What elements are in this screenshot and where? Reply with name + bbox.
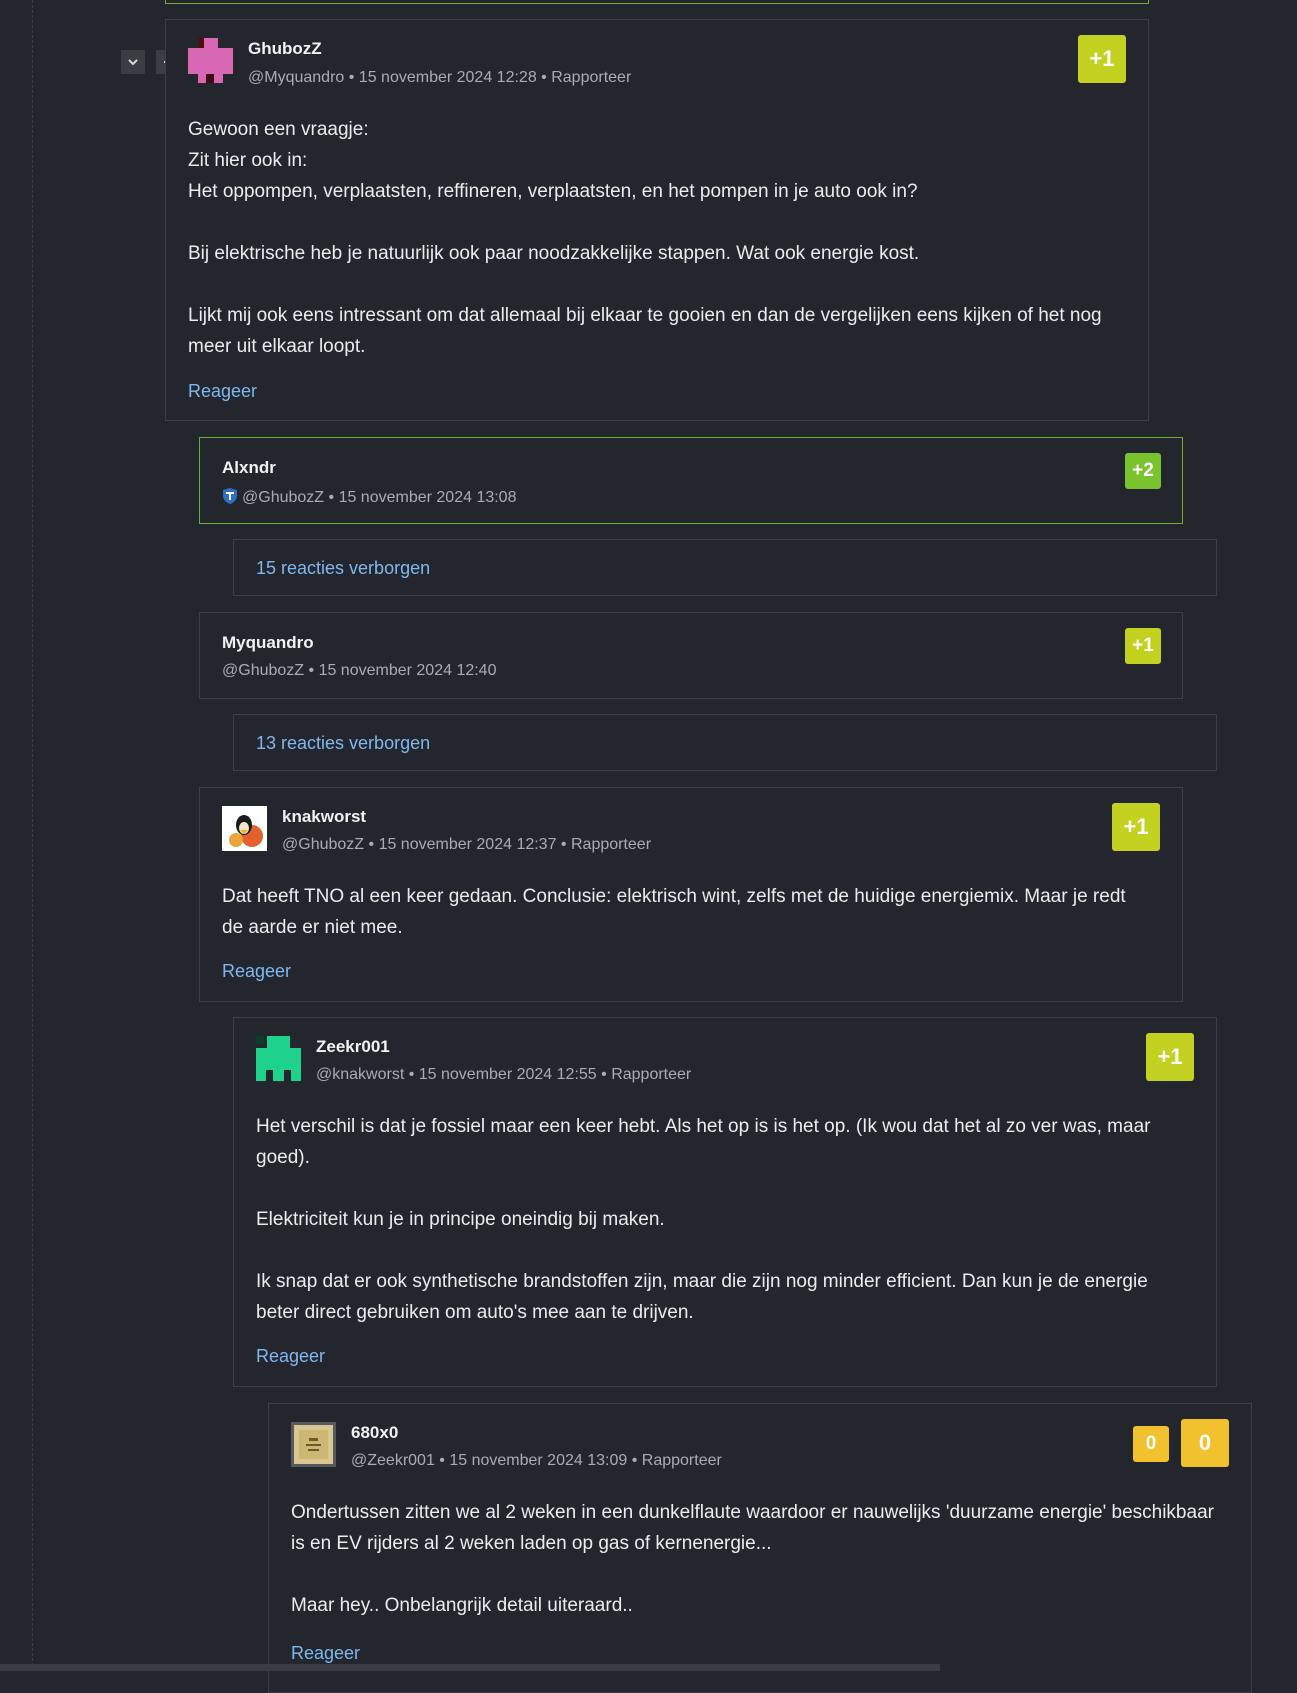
comment-date: 15 november 2024 12:37 (378, 836, 557, 853)
comment-meta: @knakworst • 15 november 2024 12:55 • Ra… (316, 1066, 692, 1083)
comment-paragraph: Maar hey.. Onbelangrijk detail uiteraard… (291, 1595, 633, 1616)
reply-to-user[interactable]: @knakworst (316, 1066, 404, 1083)
reply-to-user[interactable]: @Myquandro (248, 69, 344, 86)
comment-card: 680x0 @Zeekr001 • 15 november 2024 13:09… (268, 1403, 1252, 1693)
comment-date: 15 november 2024 12:40 (318, 662, 497, 679)
comment-paragraph: Zit hier ook in: (188, 150, 308, 171)
comment-paragraph: Bij elektrische heb je natuurlijk ook pa… (188, 243, 920, 264)
avatar[interactable] (291, 1422, 336, 1467)
comment-meta: @GhubozZ • 15 november 2024 12:37 • Rapp… (282, 836, 652, 853)
reply-link[interactable]: Reageer (188, 381, 257, 402)
comment-meta: @Zeekr001 • 15 november 2024 13:09 • Rap… (351, 1452, 722, 1469)
report-link[interactable]: Rapporteer (611, 1066, 691, 1083)
comment-paragraph: Ondertussen zitten we al 2 weken in een … (291, 1502, 1214, 1554)
comment-date: 15 november 2024 13:09 (449, 1452, 628, 1469)
reply-link[interactable]: Reageer (222, 961, 291, 982)
comment-body: Het verschil is dat je fossiel maar een … (256, 1111, 1186, 1328)
comment-card: knakworst @GhubozZ • 15 november 2024 12… (199, 787, 1183, 1002)
comment-author[interactable]: 680x0 (351, 1423, 398, 1443)
horizontal-scrollbar[interactable] (0, 1664, 940, 1671)
comment-meta: @GhubozZ • 15 november 2024 12:40 (222, 662, 497, 679)
comment-paragraph: Dat heeft TNO al een keer gedaan. Conclu… (222, 886, 1126, 938)
show-hidden-replies-link[interactable]: 15 reacties verborgen (256, 558, 430, 579)
reply-link[interactable]: Reageer (256, 1346, 325, 1367)
comment-author[interactable]: GhubozZ (248, 39, 322, 59)
reply-link[interactable]: Reageer (291, 1643, 360, 1664)
previous-comment-edge (165, 0, 1149, 4)
comment-card-collapsed[interactable]: Myquandro @GhubozZ • 15 november 2024 12… (199, 612, 1183, 699)
show-hidden-replies-link[interactable]: 13 reacties verborgen (256, 733, 430, 754)
comment-paragraph: Lijkt mij ook eens intressant om dat all… (188, 305, 1102, 357)
comment-card: Zeekr001 @knakworst • 15 november 2024 1… (233, 1017, 1217, 1387)
hidden-replies-box: 13 reacties verborgen (233, 714, 1217, 771)
score-badge[interactable]: +1 (1078, 35, 1126, 83)
avatar[interactable] (256, 1036, 301, 1081)
comment-paragraph: Gewoon een vraagje: (188, 119, 369, 140)
reply-to-user[interactable]: @GhubozZ (242, 489, 324, 506)
vote-badge[interactable]: 0 (1181, 1419, 1229, 1467)
comment-body: Dat heeft TNO al een keer gedaan. Conclu… (222, 881, 1152, 943)
comment-card: GhubozZ @Myquandro • 15 november 2024 12… (165, 19, 1149, 421)
score-badge[interactable]: +1 (1112, 803, 1160, 851)
comment-author[interactable]: Alxndr (222, 458, 276, 478)
collapse-thread-button[interactable] (121, 50, 145, 74)
avatar[interactable] (188, 38, 233, 83)
comment-paragraph: Het oppompen, verplaatsten, reffineren, … (188, 181, 918, 202)
comment-date: 15 november 2024 12:55 (418, 1066, 597, 1083)
comment-paragraph: Elektriciteit kun je in principe oneindi… (256, 1209, 665, 1230)
reply-to-user[interactable]: @Zeekr001 (351, 1452, 435, 1469)
comment-meta: @GhubozZ • 15 november 2024 13:08 (222, 487, 516, 507)
comment-author[interactable]: Myquandro (222, 633, 314, 653)
score-badge[interactable]: +2 (1125, 453, 1161, 489)
report-link[interactable]: Rapporteer (642, 1452, 722, 1469)
reply-to-user[interactable]: @GhubozZ (282, 836, 364, 853)
report-link[interactable]: Rapporteer (571, 836, 651, 853)
shield-icon (223, 488, 237, 504)
chevron-down-icon (128, 59, 138, 66)
hidden-replies-box: 15 reacties verborgen (233, 539, 1217, 596)
comment-card-collapsed[interactable]: Alxndr @GhubozZ • 15 november 2024 13:08… (199, 437, 1183, 524)
comment-author[interactable]: knakworst (282, 807, 366, 827)
thread-guide-line (32, 0, 33, 1671)
comment-paragraph: Het verschil is dat je fossiel maar een … (256, 1116, 1151, 1168)
comment-meta: @Myquandro • 15 november 2024 12:28 • Ra… (248, 69, 632, 86)
comment-author[interactable]: Zeekr001 (316, 1037, 390, 1057)
comment-date: 15 november 2024 12:28 (358, 69, 537, 86)
comment-body: Ondertussen zitten we al 2 weken in een … (291, 1497, 1221, 1621)
comment-body: Gewoon een vraagje: Zit hier ook in: Het… (188, 114, 1118, 362)
score-badge[interactable]: +1 (1146, 1033, 1194, 1081)
score-badge[interactable]: +1 (1125, 628, 1161, 664)
avatar[interactable] (222, 806, 267, 851)
score-badge[interactable]: 0 (1133, 1426, 1169, 1462)
comment-paragraph: Ik snap dat er ook synthetische brandsto… (256, 1271, 1148, 1323)
comment-date: 15 november 2024 13:08 (338, 489, 517, 506)
reply-to-user[interactable]: @GhubozZ (222, 662, 304, 679)
report-link[interactable]: Rapporteer (551, 69, 631, 86)
